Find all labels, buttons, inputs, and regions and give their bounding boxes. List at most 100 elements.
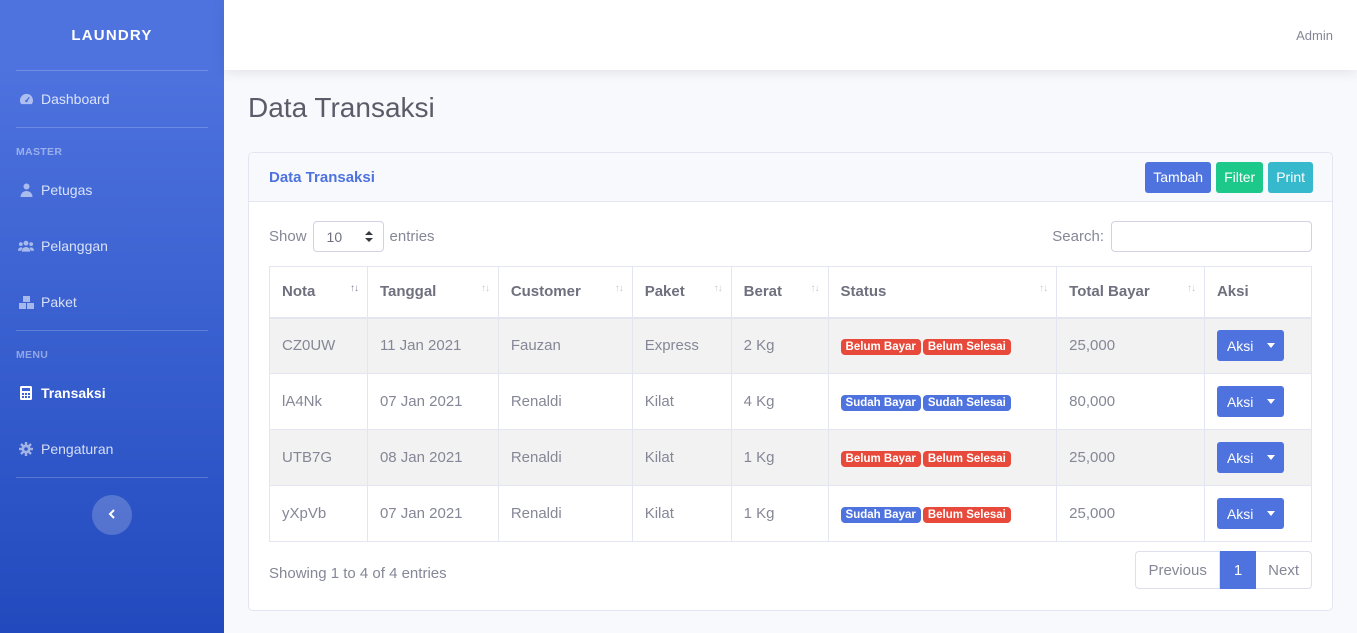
sidebar-item-paket[interactable]: Paket (0, 274, 224, 330)
sidebar-item-label: Pelanggan (41, 238, 108, 254)
cell-status: Belum Bayar Belum Selesai (827, 317, 1058, 374)
completion-status-badge: Belum Selesai (922, 338, 1011, 355)
sidebar-item-transaksi[interactable]: Transaksi (0, 365, 224, 421)
sidebar-item-label: Transaksi (41, 385, 106, 401)
chevron-left-icon (108, 506, 116, 524)
user-menu[interactable]: Admin (1296, 28, 1333, 43)
column-header-berat[interactable]: Berat ↑↓ (730, 266, 829, 319)
cell-paket: Express (631, 317, 732, 374)
cell-tanggal: 07 Jan 2021 (366, 485, 499, 542)
select-arrows-icon (364, 229, 373, 245)
aksi-dropdown-button[interactable]: Aksi (1216, 386, 1284, 417)
cell-berat: 4 Kg (730, 373, 829, 430)
column-header-customer[interactable]: Customer ↑↓ (497, 266, 633, 319)
sidebar-brand[interactable]: LAUNDRY (0, 0, 224, 70)
filter-button[interactable]: Filter (1216, 161, 1264, 193)
cell-berat: 1 Kg (730, 429, 829, 486)
table-row: CZ0UW 11 Jan 2021 Fauzan Express 2 Kg Be… (269, 317, 1313, 374)
cell-nota: lA4Nk (269, 373, 368, 430)
tambah-button[interactable]: Tambah (1145, 161, 1212, 193)
sidebar-toggle-button[interactable] (92, 495, 132, 535)
completion-status-badge: Belum Selesai (922, 506, 1011, 523)
sidebar-item-label: Paket (41, 294, 77, 310)
cell-total: 80,000 (1056, 373, 1205, 430)
tachometer-icon (18, 91, 34, 107)
cell-status: Sudah Bayar Belum Selesai (827, 485, 1058, 542)
page-1-button[interactable]: 1 (1219, 551, 1257, 589)
cell-berat: 2 Kg (730, 317, 829, 374)
sort-icon: ↑↓ (1186, 283, 1196, 294)
boxes-icon (18, 294, 34, 310)
column-header-status[interactable]: Status ↑↓ (827, 266, 1058, 319)
pagination: Previous 1 Next (1135, 551, 1312, 589)
table-row: UTB7G 08 Jan 2021 Renaldi Kilat 1 Kg Bel… (269, 429, 1313, 486)
sidebar-divider (16, 477, 208, 478)
cell-tanggal: 11 Jan 2021 (366, 317, 499, 374)
sort-icon: ↑↓ (480, 283, 490, 294)
sidebar-heading-master: MASTER (16, 146, 63, 158)
column-header-paket[interactable]: Paket ↑↓ (631, 266, 732, 319)
payment-status-badge: Sudah Bayar (840, 506, 921, 523)
previous-page-button[interactable]: Previous (1135, 551, 1220, 589)
users-icon (18, 238, 34, 254)
column-header-nota[interactable]: Nota ↑↓ (269, 266, 368, 319)
caret-down-icon (1266, 511, 1275, 516)
cell-paket: Kilat (631, 429, 732, 486)
sidebar-item-petugas[interactable]: Petugas (0, 162, 224, 218)
show-label: Show (269, 228, 307, 245)
search-label: Search: (1052, 228, 1104, 245)
print-button[interactable]: Print (1268, 161, 1313, 193)
page-title: Data Transaksi (248, 92, 435, 123)
cell-nota: CZ0UW (269, 317, 368, 374)
entries-select[interactable]: 10 (312, 221, 384, 252)
sort-icon: ↑↓ (1039, 283, 1048, 294)
aksi-dropdown-button[interactable]: Aksi (1216, 442, 1284, 473)
cell-customer: Renaldi (497, 485, 633, 542)
aksi-dropdown-button[interactable]: Aksi (1216, 330, 1284, 362)
sidebar-item-pengaturan[interactable]: Pengaturan (0, 421, 224, 477)
calculator-icon (18, 385, 34, 401)
sidebar-item-pelanggan[interactable]: Pelanggan (0, 218, 224, 274)
entries-length: Show 10 entries (269, 221, 435, 252)
cell-nota: yXpVb (269, 485, 368, 542)
cell-paket: Kilat (631, 373, 732, 430)
card-title: Data Transaksi (269, 168, 375, 186)
table-header-row: Nota ↑↓ Tanggal ↑↓ Customer ↑↓ Paket ↑↓ Bera… (269, 266, 1313, 319)
column-header-tanggal[interactable]: Tanggal ↑↓ (366, 266, 499, 319)
gear-icon (18, 441, 34, 457)
topbar: Admin (224, 0, 1357, 70)
search-input[interactable] (1111, 221, 1312, 252)
payment-status-badge: Belum Bayar (840, 450, 921, 467)
payment-status-badge: Sudah Bayar (840, 394, 921, 411)
cell-aksi: Aksi (1203, 373, 1313, 430)
next-page-button[interactable]: Next (1256, 551, 1312, 589)
payment-status-badge: Belum Bayar (840, 338, 921, 355)
cell-berat: 1 Kg (730, 485, 829, 542)
sidebar-item-label: Petugas (41, 182, 93, 198)
cell-status: Sudah Bayar Sudah Selesai (827, 373, 1058, 430)
transactions-table: Nota ↑↓ Tanggal ↑↓ Customer ↑↓ Paket ↑↓ Bera… (269, 266, 1313, 542)
card-actions: Tambah Filter Print (1145, 161, 1313, 193)
cell-paket: Kilat (631, 485, 732, 542)
cell-tanggal: 07 Jan 2021 (366, 373, 499, 430)
transactions-card: Data Transaksi Tambah Filter Print Show … (248, 152, 1333, 611)
aksi-dropdown-button[interactable]: Aksi (1216, 498, 1284, 529)
cell-aksi: Aksi (1203, 429, 1313, 486)
column-header-aksi: Aksi (1203, 266, 1313, 319)
cell-total: 25,000 (1056, 429, 1205, 486)
sort-icon: ↑↓ (349, 283, 359, 294)
cell-total: 25,000 (1056, 485, 1205, 542)
caret-down-icon (1266, 455, 1275, 460)
cell-customer: Fauzan (497, 317, 633, 374)
table-controls: Show 10 entries Search: (269, 221, 1312, 253)
sidebar-item-dashboard[interactable]: Dashboard (0, 71, 224, 127)
sidebar-heading-menu: MENU (16, 349, 49, 361)
entries-label: entries (389, 228, 435, 245)
sort-icon: ↑↓ (810, 283, 820, 294)
column-header-total-bayar[interactable]: Total Bayar ↑↓ (1056, 266, 1205, 319)
cell-total: 25,000 (1056, 317, 1205, 374)
sidebar-item-label: Dashboard (41, 91, 110, 107)
sort-icon: ↑↓ (713, 283, 723, 294)
entries-value: 10 (326, 228, 343, 245)
table-row: lA4Nk 07 Jan 2021 Renaldi Kilat 4 Kg Sud… (269, 373, 1313, 430)
